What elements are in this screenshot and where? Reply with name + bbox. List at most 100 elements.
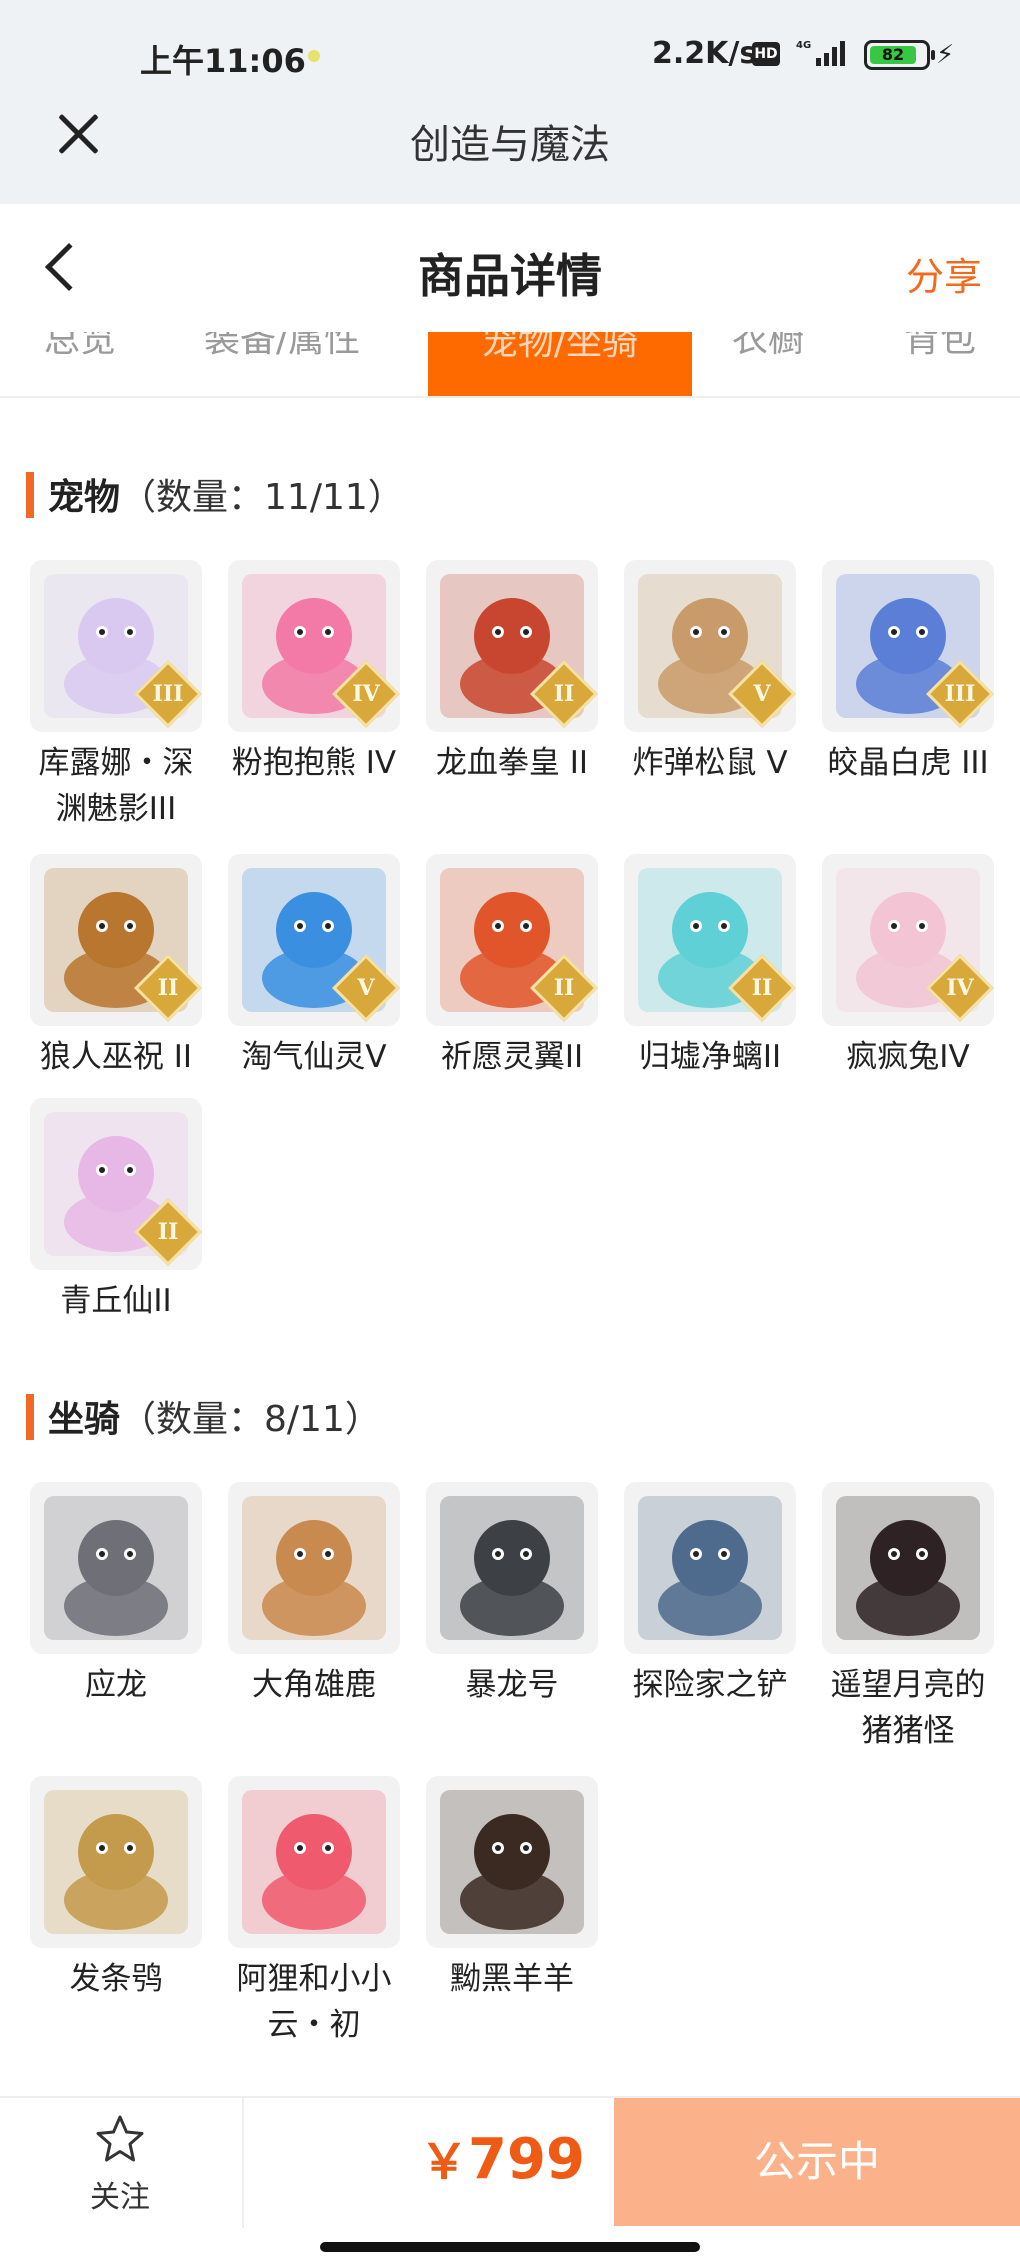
app-title: 创造与魔法 [410, 122, 610, 168]
character-image [638, 1496, 782, 1640]
rank-label: IV [352, 681, 380, 707]
grid-item[interactable]: II 归墟净螭II [620, 854, 800, 1080]
character-image [44, 1496, 188, 1640]
rank-label: V [753, 681, 771, 707]
pets-count: （数量：11/11） [120, 477, 404, 518]
character-image [836, 1496, 980, 1640]
item-name: 淘气仙灵V [241, 1039, 387, 1075]
status-bar: 上午11:06 2.2K/s HD 4G 82 ⚡ [0, 0, 1020, 110]
item-thumbnail [228, 1776, 400, 1948]
rank-label: II [157, 1219, 179, 1245]
grid-item[interactable]: IV 粉抱抱熊 IV [224, 560, 404, 786]
section-accent-bar [26, 1394, 34, 1440]
item-name: 应龙 [85, 1667, 147, 1703]
home-indicator [320, 2242, 700, 2252]
item-name: 狼人巫祝 II [39, 1039, 193, 1075]
item-thumbnail: II [426, 854, 598, 1026]
item-thumbnail: III [30, 560, 202, 732]
network-speed: 2.2K/s [652, 36, 758, 71]
grid-item[interactable]: 大角雄鹿 [224, 1482, 404, 1708]
item-name: 遥望月亮的猪猪怪 [830, 1667, 986, 1749]
battery-level: 82 [870, 46, 916, 64]
grid-item[interactable]: V 炸弹松鼠 V [620, 560, 800, 786]
follow-button[interactable]: 关注 [70, 2114, 170, 2216]
public-status-button[interactable]: 公示中 [614, 2098, 1020, 2226]
grid-item[interactable]: II 狼人巫祝 II [26, 854, 206, 1080]
item-name: 库露娜・深渊魅影III [38, 745, 194, 827]
page-title: 商品详情 [418, 249, 602, 303]
notification-dot-icon [308, 50, 320, 62]
star-icon [96, 2115, 144, 2162]
signal-icon: 4G [796, 40, 845, 66]
rank-label: IV [946, 975, 974, 1001]
item-thumbnail: II [30, 1098, 202, 1270]
character-image [242, 1496, 386, 1640]
price-value: 799 [468, 2127, 585, 2192]
item-name: 暴龙号 [465, 1667, 559, 1703]
bottom-bar: 关注 ￥799 公示中 [0, 2096, 1020, 2228]
tab-backpack[interactable]: 背包 [904, 332, 976, 362]
character-image [440, 1496, 584, 1640]
grid-item[interactable]: 黝黑羊羊 [422, 1776, 602, 2002]
item-thumbnail [426, 1776, 598, 1948]
price: ￥799 [420, 2122, 585, 2192]
grid-item[interactable]: 发条鸮 [26, 1776, 206, 2002]
mounts-grid: 应龙 大角雄鹿 暴龙号 探险家之铲 遥望月亮的猪猪怪发条鸮 阿狸和小小云・初 黝黑羊羊 [26, 1482, 998, 2043]
grid-item[interactable]: IV 疯疯兔IV [818, 854, 998, 1080]
item-name: 青丘仙II [60, 1283, 172, 1319]
grid-item[interactable]: 暴龙号 [422, 1482, 602, 1708]
item-name: 祈愿灵翼II [440, 1039, 584, 1075]
grid-item[interactable]: 阿狸和小小云・初 [224, 1776, 404, 2048]
rank-label: V [357, 975, 375, 1001]
share-button[interactable]: 分享 [906, 246, 982, 301]
grid-item[interactable]: II 龙血拳皇 II [422, 560, 602, 786]
item-thumbnail [30, 1776, 202, 1948]
grid-item[interactable]: 应龙 [26, 1482, 206, 1708]
item-name: 炸弹松鼠 V [632, 745, 788, 781]
tab-equipment[interactable]: 装备/属性 [204, 332, 360, 362]
charging-icon: ⚡ [936, 40, 955, 70]
item-thumbnail [426, 1482, 598, 1654]
item-thumbnail: II [30, 854, 202, 1026]
pets-grid: III 库露娜・深渊魅影III IV 粉抱抱熊 IV II 龙血拳皇 II V 炸弹松鼠 V I… [26, 560, 998, 1320]
rank-label: II [553, 681, 575, 707]
item-name: 黝黑羊羊 [450, 1961, 574, 1997]
app-bar: 上午11:06 2.2K/s HD 4G 82 ⚡ 创造与魔法 [0, 0, 1020, 204]
follow-label: 关注 [90, 2180, 150, 2215]
grid-item[interactable]: 探险家之铲 [620, 1482, 800, 1708]
rank-label: II [157, 975, 179, 1001]
pets-title: 宠物 [48, 477, 121, 518]
item-thumbnail [624, 1482, 796, 1654]
battery-icon: 82 [864, 40, 935, 70]
divider [242, 2098, 244, 2228]
hd-icon: HD [752, 42, 780, 66]
item-thumbnail: II [624, 854, 796, 1026]
item-thumbnail: V [624, 560, 796, 732]
tab-wardrobe[interactable]: 衣橱 [732, 332, 804, 362]
grid-item[interactable]: V 淘气仙灵V [224, 854, 404, 1080]
rank-label: II [751, 975, 773, 1001]
item-name: 阿狸和小小云・初 [236, 1961, 392, 2043]
item-name: 龙血拳皇 II [435, 745, 589, 781]
character-image [44, 1790, 188, 1934]
price-symbol: ￥ [420, 2134, 469, 2190]
svg-text:4G: 4G [796, 40, 811, 51]
tab-overview[interactable]: 总览 [44, 332, 116, 362]
section-accent-bar [26, 472, 34, 518]
item-name: 归墟净螭II [638, 1039, 782, 1075]
rank-label: II [553, 975, 575, 1001]
item-thumbnail: IV [228, 560, 400, 732]
item-thumbnail: IV [822, 854, 994, 1026]
grid-item[interactable]: III 库露娜・深渊魅影III [26, 560, 206, 832]
grid-item[interactable]: 遥望月亮的猪猪怪 [818, 1482, 998, 1754]
grid-item[interactable]: II 青丘仙II [26, 1098, 206, 1324]
grid-item[interactable]: II 祈愿灵翼II [422, 854, 602, 1080]
item-thumbnail [822, 1482, 994, 1654]
item-name: 皎晶白虎 III [827, 745, 989, 781]
grid-item[interactable]: III 皎晶白虎 III [818, 560, 998, 786]
mounts-count: （数量：8/11） [120, 1399, 381, 1440]
tab-pets-mounts[interactable]: 宠物/坐骑 [428, 332, 692, 396]
item-name: 发条鸮 [69, 1961, 163, 1997]
item-thumbnail: V [228, 854, 400, 1026]
mounts-section-title: 坐骑（数量：8/11） [26, 1390, 381, 1444]
